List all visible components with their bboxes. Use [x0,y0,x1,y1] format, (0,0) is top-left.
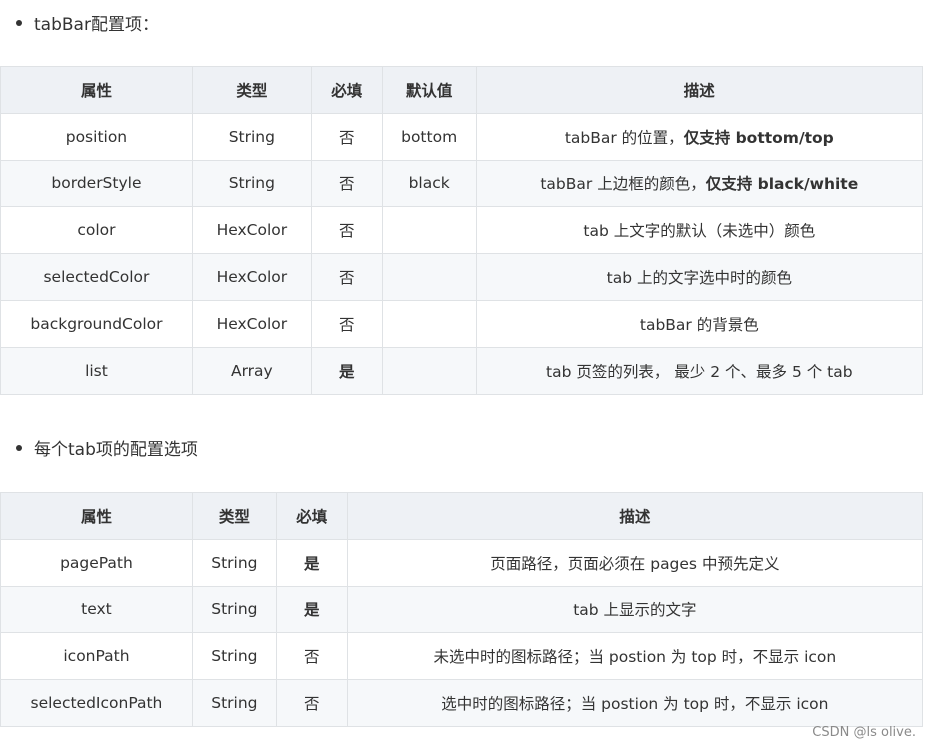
required-cell: 否 [275,679,348,727]
default-cell [381,299,477,348]
required-cell: 是 [310,346,383,395]
table-row: position String 否 bottom tabBar 的位置，仅支持 … [0,112,924,161]
prop-cell: pagePath [0,538,193,587]
desc-text: tabBar 的位置， [564,128,684,147]
prop-cell: iconPath [0,632,193,681]
default-cell: black [381,159,477,208]
type-cell: String [191,585,277,634]
bullet-text: tabBar配置项： [34,14,159,35]
table-header-row: 属性 类型 必填 描述 [0,492,924,540]
bullet-dot-icon [16,20,22,26]
header-cell: 描述 [346,492,924,540]
desc-cell: tabBar 上边框的颜色，仅支持 black/white [475,159,924,208]
type-cell: String [191,679,277,727]
bullet-tabbar-config: tabBar配置项： [16,10,159,35]
type-cell: Array [191,346,312,395]
tab-item-config-table: 属性 类型 必填 描述 pagePath String 是 页面路径，页面必须在… [0,492,924,727]
desc-cell: 页面路径，页面必须在 pages 中预先定义 [346,538,924,587]
prop-cell: list [0,346,193,395]
header-cell: 描述 [475,66,924,114]
type-cell: HexColor [191,206,312,255]
desc-bold-text: 仅支持 bottom/top [683,128,834,147]
prop-cell: selectedIconPath [0,679,193,727]
desc-cell: tab 页签的列表， 最少 2 个、最多 5 个 tab [475,346,924,395]
table-row: borderStyle String 否 black tabBar 上边框的颜色… [0,159,924,208]
header-cell: 属性 [0,492,193,540]
bullet-dot-icon [16,445,22,451]
header-cell: 属性 [0,66,193,114]
header-cell: 必填 [275,492,348,540]
type-cell: String [191,112,312,161]
required-bold-text: 是 [304,601,320,620]
type-cell: HexColor [191,299,312,348]
desc-cell: 选中时的图标路径；当 postion 为 top 时，不显示 icon [346,679,924,727]
prop-cell: backgroundColor [0,299,193,348]
bullet-text: 每个tab项的配置选项 [34,439,198,460]
required-cell: 否 [310,253,383,301]
default-cell: bottom [381,112,477,161]
table-row: color HexColor 否 tab 上文字的默认（未选中）颜色 [0,206,924,255]
csdn-watermark: CSDN @ls olive. [812,725,916,740]
desc-cell: tab 上的文字选中时的颜色 [475,253,924,301]
desc-text: tabBar 上边框的颜色， [540,175,706,194]
prop-cell: color [0,206,193,255]
desc-bold-text: 仅支持 black/white [705,175,859,194]
table-row: pagePath String 是 页面路径，页面必须在 pages 中预先定义 [0,538,924,587]
desc-cell: tabBar 的位置，仅支持 bottom/top [475,112,924,161]
header-cell: 类型 [191,66,312,114]
table-row: iconPath String 否 未选中时的图标路径；当 postion 为 … [0,632,924,681]
type-cell: String [191,632,277,681]
required-cell: 否 [310,159,383,208]
type-cell: String [191,159,312,208]
table-header-row: 属性 类型 必填 默认值 描述 [0,66,924,114]
required-cell: 否 [310,206,383,255]
required-bold-text: 是 [338,362,355,381]
table-row: list Array 是 tab 页签的列表， 最少 2 个、最多 5 个 ta… [0,346,924,395]
required-cell: 否 [310,299,383,348]
required-bold-text: 是 [304,554,320,573]
header-cell: 类型 [191,492,277,540]
table-row: selectedIconPath String 否 选中时的图标路径；当 pos… [0,679,924,727]
default-cell [381,253,477,301]
desc-cell: tab 上文字的默认（未选中）颜色 [475,206,924,255]
desc-cell: 未选中时的图标路径；当 postion 为 top 时，不显示 icon [346,632,924,681]
desc-cell: tabBar 的背景色 [475,299,924,348]
table-row: text String 是 tab 上显示的文字 [0,585,924,634]
default-cell [381,206,477,255]
tabbar-config-table: 属性 类型 必填 默认值 描述 position String 否 bottom… [0,66,924,395]
prop-cell: selectedColor [0,253,193,301]
prop-cell: text [0,585,193,634]
type-cell: String [191,538,277,587]
prop-cell: position [0,112,193,161]
header-cell: 默认值 [381,66,477,114]
required-cell: 否 [310,112,383,161]
required-cell: 否 [275,632,348,681]
table-row: backgroundColor HexColor 否 tabBar 的背景色 [0,299,924,348]
required-cell: 是 [275,538,348,587]
prop-cell: borderStyle [0,159,193,208]
default-cell [381,346,477,395]
bullet-tab-item-config: 每个tab项的配置选项 [16,435,198,460]
table-row: selectedColor HexColor 否 tab 上的文字选中时的颜色 [0,253,924,301]
required-cell: 是 [275,585,348,634]
desc-cell: tab 上显示的文字 [346,585,924,634]
header-cell: 必填 [310,66,383,114]
type-cell: HexColor [191,253,312,301]
